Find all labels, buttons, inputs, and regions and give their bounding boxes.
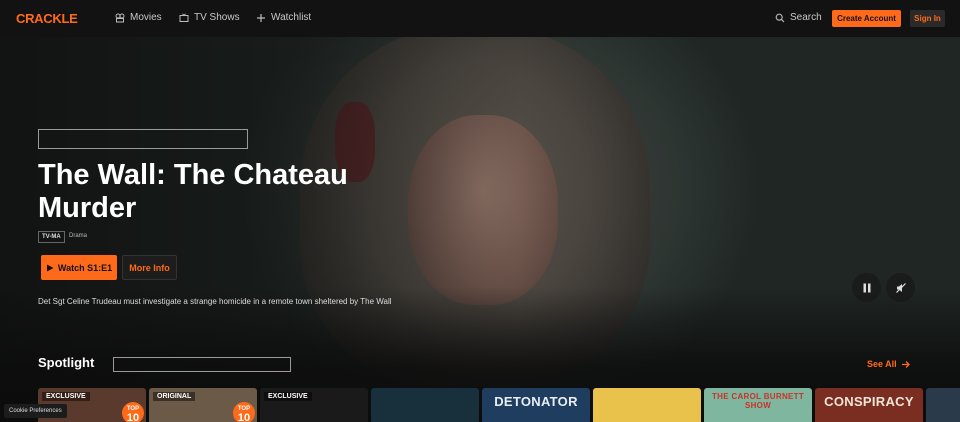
spotlight-title: Spotlight — [38, 355, 95, 370]
search-label: Search — [790, 12, 822, 23]
nav-search[interactable]: Search — [775, 12, 822, 23]
create-account-button[interactable]: Create Account — [832, 10, 901, 27]
see-all-label: See All — [867, 359, 897, 369]
card-title: DETONATOR — [494, 394, 578, 409]
spotlight-card[interactable]: EXCLUSIVE — [260, 388, 368, 422]
hero-title-logo-image — [38, 129, 248, 149]
mute-button[interactable] — [886, 273, 915, 302]
top10-badge: TOP 10 — [122, 402, 144, 422]
card-badge: EXCLUSIVE — [42, 392, 90, 401]
nav-movies-label: Movies — [130, 12, 162, 23]
mute-icon — [895, 282, 906, 293]
spotlight-card[interactable] — [593, 388, 701, 422]
search-icon — [775, 13, 785, 22]
more-info-button[interactable]: More Info — [122, 255, 177, 280]
crackle-logo[interactable]: CRACKLE — [16, 11, 78, 26]
page: CRACKLE Movies TV Shows Watchlist Search… — [0, 0, 960, 422]
hero-title: The Wall: The Chateau Murder — [38, 159, 348, 224]
spotlight-card[interactable]: CONSPIRACY — [815, 388, 923, 422]
hero-banner[interactable]: The Wall: The Chateau Murder TV-MA Drama… — [0, 37, 960, 422]
top10-badge: TOP 10 — [233, 402, 255, 422]
top10-number: 10 — [126, 412, 140, 422]
watch-button-label: Watch S1:E1 — [57, 262, 113, 273]
card-badge: ORIGINAL — [153, 392, 196, 401]
spotlight-card[interactable] — [371, 388, 479, 422]
nav-tv-shows-label: TV Shows — [194, 12, 240, 23]
movies-icon — [115, 13, 125, 22]
pause-icon — [863, 283, 870, 292]
nav-movies[interactable]: Movies — [115, 12, 162, 23]
rating-badge: TV-MA — [38, 231, 65, 243]
sign-in-button[interactable]: Sign In — [910, 10, 945, 27]
play-icon — [46, 264, 54, 271]
top10-number: 10 — [237, 412, 251, 422]
spotlight-card[interactable] — [926, 388, 960, 422]
genre-label: Drama — [69, 233, 88, 239]
pause-button[interactable] — [852, 273, 881, 302]
hero-description: Det Sgt Celine Trudeau must investigate … — [38, 297, 392, 306]
spotlight-card[interactable]: DETONATOR — [482, 388, 590, 422]
tv-icon — [179, 12, 189, 22]
spotlight-card[interactable]: ORIGINAL TOP 10 — [149, 388, 257, 422]
arrow-right-icon — [901, 360, 910, 368]
nav-watchlist[interactable]: Watchlist — [256, 12, 311, 23]
plus-icon — [257, 13, 265, 22]
nav-tv-shows[interactable]: TV Shows — [179, 12, 240, 23]
spotlight-banner-image — [113, 357, 291, 372]
cookie-preferences-button[interactable]: Cookie Preferences — [4, 404, 67, 418]
card-title: THE CAROL BURNETT SHOW — [711, 392, 805, 410]
watch-button[interactable]: Watch S1:E1 — [41, 255, 117, 280]
spotlight-card[interactable]: THE CAROL BURNETT SHOW — [704, 388, 812, 422]
card-badge: EXCLUSIVE — [264, 392, 312, 401]
see-all-link[interactable]: See All — [867, 359, 910, 369]
card-title: CONSPIRACY — [824, 394, 914, 409]
top-nav: CRACKLE Movies TV Shows Watchlist Search… — [0, 0, 960, 37]
nav-watchlist-label: Watchlist — [271, 12, 312, 23]
